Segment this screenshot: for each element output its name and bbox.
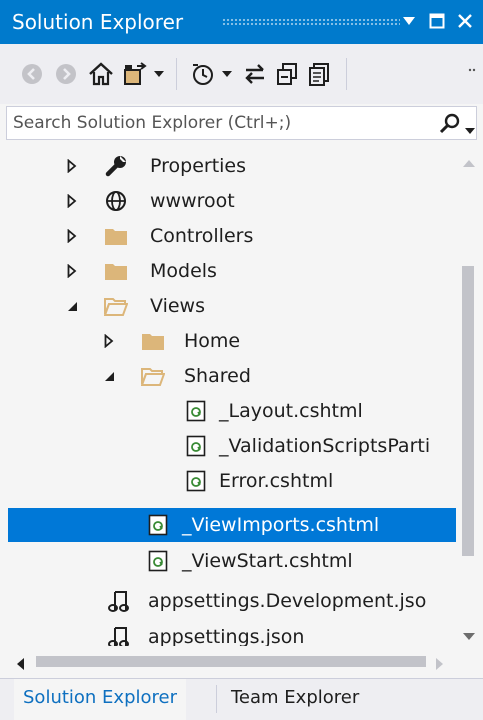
folder-open-icon bbox=[104, 294, 128, 318]
json-settings-icon bbox=[106, 625, 130, 646]
scroll-right-arrow-icon[interactable] bbox=[436, 655, 444, 674]
caret-down-icon bbox=[403, 17, 415, 25]
tree-item-views[interactable]: Views bbox=[8, 289, 456, 323]
horizontal-scrollbar-thumb[interactable] bbox=[36, 656, 426, 667]
tree-item-label: _ViewStart.cshtml bbox=[182, 550, 353, 572]
scrollbar-corner bbox=[456, 649, 483, 673]
razor-file-icon bbox=[184, 469, 208, 493]
tree-item-properties[interactable]: Properties bbox=[8, 149, 456, 183]
search-options-dropdown[interactable] bbox=[465, 120, 475, 139]
globe-icon bbox=[104, 189, 128, 213]
search-icon[interactable] bbox=[439, 113, 461, 139]
razor-file-icon bbox=[146, 549, 170, 573]
tree-item-layout-cshtml[interactable]: _Layout.cshtml bbox=[8, 394, 456, 428]
tree-item-viewstart-cshtml[interactable]: _ViewStart.cshtml bbox=[8, 544, 456, 578]
vertical-scrollbar-thumb[interactable] bbox=[462, 266, 474, 556]
home-button[interactable] bbox=[86, 58, 116, 90]
tree-item-label: appsettings.json bbox=[148, 626, 305, 646]
collapse-all-button[interactable] bbox=[272, 58, 302, 90]
folder-open-icon bbox=[141, 364, 165, 388]
razor-file-icon bbox=[184, 434, 208, 458]
tool-window-tabs: Solution Explorer Team Explorer bbox=[0, 678, 483, 720]
window-menu-dropdown-button[interactable] bbox=[395, 6, 423, 36]
tree-item-controllers[interactable]: Controllers bbox=[8, 219, 456, 253]
tree-item-label: Controllers bbox=[150, 225, 254, 247]
scroll-left-arrow-icon[interactable] bbox=[16, 655, 24, 674]
window-title: Solution Explorer bbox=[12, 10, 184, 34]
collapsed-arrow-icon[interactable] bbox=[66, 229, 78, 243]
tree-item-models[interactable]: Models bbox=[8, 254, 456, 288]
toolbar bbox=[0, 44, 483, 104]
toolbar-overflow-button[interactable] bbox=[466, 58, 478, 90]
collapsed-arrow-icon[interactable] bbox=[66, 264, 78, 278]
tree-item-label: Views bbox=[150, 295, 205, 317]
tree-item-label: wwwroot bbox=[150, 190, 235, 212]
close-icon bbox=[458, 14, 472, 28]
tree-item-label: _ValidationScriptsParti bbox=[219, 435, 431, 457]
title-bar-grip[interactable] bbox=[222, 18, 400, 25]
collapsed-arrow-icon[interactable] bbox=[103, 334, 115, 348]
switch-views-dropdown[interactable] bbox=[152, 58, 166, 90]
sync-arrows-icon bbox=[245, 64, 264, 84]
tab-team-explorer[interactable]: Team Explorer bbox=[222, 679, 368, 720]
tree-item-label: Home bbox=[184, 330, 241, 352]
switch-views-icon bbox=[124, 62, 147, 85]
close-button[interactable] bbox=[451, 6, 479, 36]
overflow-icon bbox=[468, 68, 476, 72]
forward-arrow-icon bbox=[56, 64, 76, 84]
maximize-button[interactable] bbox=[423, 6, 451, 36]
forward-button[interactable] bbox=[52, 58, 80, 90]
tree-item-label: Models bbox=[150, 260, 217, 282]
caret-down-icon bbox=[154, 70, 164, 77]
back-button[interactable] bbox=[18, 58, 46, 90]
show-all-files-button[interactable] bbox=[304, 58, 334, 90]
clock-icon bbox=[193, 64, 213, 85]
folder-icon bbox=[104, 224, 128, 248]
tree-item-label: Shared bbox=[184, 365, 251, 387]
expanded-arrow-icon[interactable] bbox=[103, 369, 115, 383]
tree-item-label: Error.cshtml bbox=[219, 470, 334, 492]
tree-item-label: Properties bbox=[150, 155, 247, 177]
search-input[interactable] bbox=[13, 109, 413, 137]
back-arrow-icon bbox=[22, 64, 42, 84]
pending-changes-dropdown[interactable] bbox=[220, 58, 234, 90]
json-settings-icon bbox=[106, 589, 130, 613]
title-bar[interactable]: Solution Explorer bbox=[0, 0, 483, 44]
razor-file-icon bbox=[146, 513, 170, 537]
tree-item-error-cshtml[interactable]: Error.cshtml bbox=[8, 464, 456, 498]
sync-active-document-button[interactable] bbox=[240, 58, 270, 90]
tree-item-wwwroot[interactable]: wwwroot bbox=[8, 184, 456, 218]
show-all-files-icon bbox=[309, 63, 329, 86]
search-box[interactable] bbox=[6, 106, 477, 140]
tree-item-appsettings-json[interactable]: appsettings.json bbox=[8, 620, 456, 646]
folder-icon bbox=[104, 259, 128, 283]
tree-item-label: _ViewImports.cshtml bbox=[182, 514, 380, 536]
collapsed-arrow-icon[interactable] bbox=[66, 194, 78, 208]
tree-item-appsettings-development-json[interactable]: appsettings.Development.jso bbox=[8, 584, 456, 618]
scroll-up-arrow-icon[interactable] bbox=[463, 152, 475, 171]
wrench-icon bbox=[104, 154, 128, 178]
solution-tree: Properties wwwroot Controllers Models Vi… bbox=[8, 146, 456, 646]
caret-down-icon bbox=[222, 70, 232, 77]
razor-file-icon bbox=[184, 399, 208, 423]
collapsed-arrow-icon[interactable] bbox=[66, 159, 78, 173]
tree-item-viewimports-cshtml[interactable]: _ViewImports.cshtml bbox=[8, 508, 456, 542]
scroll-down-arrow-icon[interactable] bbox=[463, 626, 475, 645]
expanded-arrow-icon[interactable] bbox=[66, 299, 78, 313]
vertical-scrollbar[interactable] bbox=[456, 146, 483, 646]
pending-changes-filter-button[interactable] bbox=[188, 58, 218, 90]
home-icon bbox=[89, 62, 113, 86]
tab-solution-explorer[interactable]: Solution Explorer bbox=[14, 679, 186, 720]
folder-icon bbox=[141, 329, 165, 353]
switch-views-button[interactable] bbox=[120, 58, 150, 90]
caret-down-icon bbox=[465, 128, 475, 134]
collapse-all-icon bbox=[277, 63, 297, 85]
maximize-icon bbox=[429, 13, 445, 29]
tree-item-label: appsettings.Development.jso bbox=[148, 590, 427, 612]
tree-item-home[interactable]: Home bbox=[8, 324, 456, 358]
tree-item-shared[interactable]: Shared bbox=[8, 359, 456, 393]
horizontal-scrollbar[interactable] bbox=[8, 649, 456, 673]
tree-item-label: _Layout.cshtml bbox=[219, 400, 363, 422]
tree-item-validation-scripts-partial[interactable]: _ValidationScriptsParti bbox=[8, 429, 456, 463]
